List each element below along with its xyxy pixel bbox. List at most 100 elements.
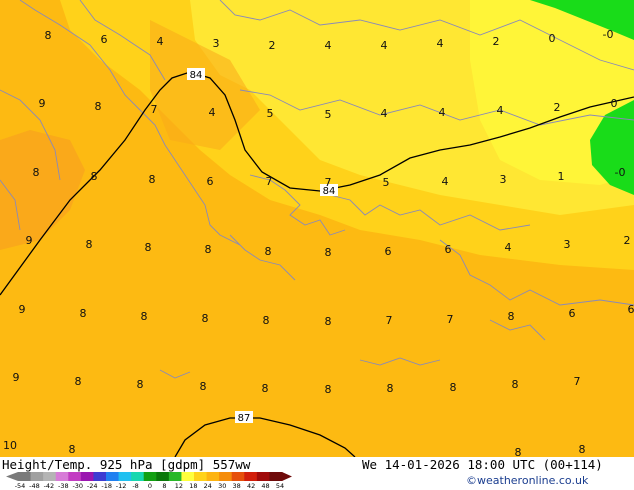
temp-value: 8: [137, 378, 144, 391]
temp-value: 8: [145, 241, 152, 254]
temp-value: 8: [141, 310, 148, 323]
contour-label: 87: [238, 413, 251, 424]
temp-value: 4: [325, 39, 332, 52]
temp-value: 4: [381, 39, 388, 52]
scale-swatch: [269, 472, 283, 481]
temp-value: 8: [515, 446, 522, 457]
scale-label: -42: [44, 482, 55, 489]
temp-value: 6: [101, 33, 108, 46]
temp-value: 8: [33, 166, 40, 179]
scale-label: -8: [132, 482, 138, 489]
scale-swatch: [43, 472, 57, 481]
temp-value: 8: [86, 238, 93, 251]
temp-value: 8: [579, 443, 586, 456]
temp-value: 2: [269, 39, 276, 52]
temp-value: 3: [564, 238, 571, 251]
temp-value: 9: [26, 234, 33, 247]
scale-swatch: [143, 472, 157, 481]
temp-value: 8: [205, 243, 212, 256]
temp-value: 8: [263, 314, 270, 327]
temp-value: 4: [442, 175, 449, 188]
temp-value: 8: [450, 381, 457, 394]
temp-value: 8: [387, 382, 394, 395]
temp-value: 6: [569, 307, 576, 320]
temp-value: 6: [207, 175, 214, 188]
scale-swatch: [93, 472, 107, 481]
temp-value: 8: [512, 378, 519, 391]
scale-label: -12: [116, 482, 127, 489]
scale-swatch: [68, 472, 82, 481]
scale-label: -18: [101, 482, 112, 489]
scale-swatch: [80, 472, 94, 481]
temp-value: 4: [505, 241, 512, 254]
temp-value: 4: [439, 106, 446, 119]
scale-swatch: [194, 472, 208, 481]
temp-value: -0: [615, 166, 626, 179]
scale-swatch: [30, 472, 44, 481]
temp-value: 8: [91, 170, 98, 183]
temp-value: 4: [437, 37, 444, 50]
scale-label: 42: [247, 482, 255, 489]
scale-swatch: [219, 472, 233, 481]
scale-label: 30: [218, 482, 226, 489]
temp-value: 2: [624, 234, 631, 247]
temp-value: 7: [151, 103, 158, 116]
scale-swatch: [18, 472, 32, 481]
temp-value: 9: [39, 97, 46, 110]
temp-value: 2: [493, 35, 500, 48]
temp-value: 8: [75, 375, 82, 388]
map-title: Height/Temp. 925 hPa [gdpm] 557ww: [2, 457, 251, 472]
temp-value: 8: [325, 315, 332, 328]
scale-arrow-left: [6, 472, 18, 481]
scale-swatch: [181, 472, 195, 481]
temp-value: 8: [80, 307, 87, 320]
temp-value: 5: [267, 107, 274, 120]
weather-map: 84 84 87 8 6 4 3 2 4 4 4 2 0 -0 9 8 7 4 …: [0, 0, 634, 457]
temp-value: 4: [209, 106, 216, 119]
temp-value: 3: [500, 173, 507, 186]
temp-value: 8: [202, 312, 209, 325]
scale-swatch: [118, 472, 132, 481]
scale-swatch: [55, 472, 69, 481]
scale-swatch: [156, 472, 170, 481]
temp-value: 8: [69, 443, 76, 456]
temp-value: 8: [95, 100, 102, 113]
scale-label: -54: [15, 482, 26, 489]
temp-value: 3: [213, 37, 220, 50]
scale-label: 48: [261, 482, 269, 489]
temp-value: 8: [325, 383, 332, 396]
temp-value: 7: [574, 375, 581, 388]
temp-value: 9: [13, 371, 20, 384]
temp-value: 0: [611, 97, 618, 110]
temp-value: 2: [554, 101, 561, 114]
scale-swatch: [168, 472, 182, 481]
temp-value: 1: [558, 170, 565, 183]
scale-swatch: [231, 472, 245, 481]
scale-label: 24: [204, 482, 212, 489]
temp-value: 8: [508, 310, 515, 323]
scale-label: 38: [233, 482, 241, 489]
temp-value: 0: [549, 32, 556, 45]
scale-label: -48: [29, 482, 40, 489]
temp-value: -0: [603, 28, 614, 41]
scale-swatch: [131, 472, 145, 481]
temp-value: 7: [447, 313, 454, 326]
scale-label: -30: [72, 482, 83, 489]
temp-value: 7: [325, 176, 332, 189]
temp-value: 5: [325, 108, 332, 121]
temp-value: 8: [200, 380, 207, 393]
scale-swatch: [206, 472, 220, 481]
scale-label: 18: [189, 482, 197, 489]
temp-value: 8: [149, 173, 156, 186]
scale-label: -24: [87, 482, 98, 489]
scale-label: 8: [162, 482, 166, 489]
temp-value: 4: [381, 107, 388, 120]
temp-value: 8: [265, 245, 272, 258]
scale-swatch: [106, 472, 120, 481]
scale-label: 54: [276, 482, 284, 489]
temp-value: 8: [45, 29, 52, 42]
credit-link[interactable]: ©weatheronline.co.uk: [466, 474, 588, 487]
temp-value: 6: [385, 245, 392, 258]
temp-value: 7: [266, 175, 273, 188]
temp-value: 7: [386, 314, 393, 327]
